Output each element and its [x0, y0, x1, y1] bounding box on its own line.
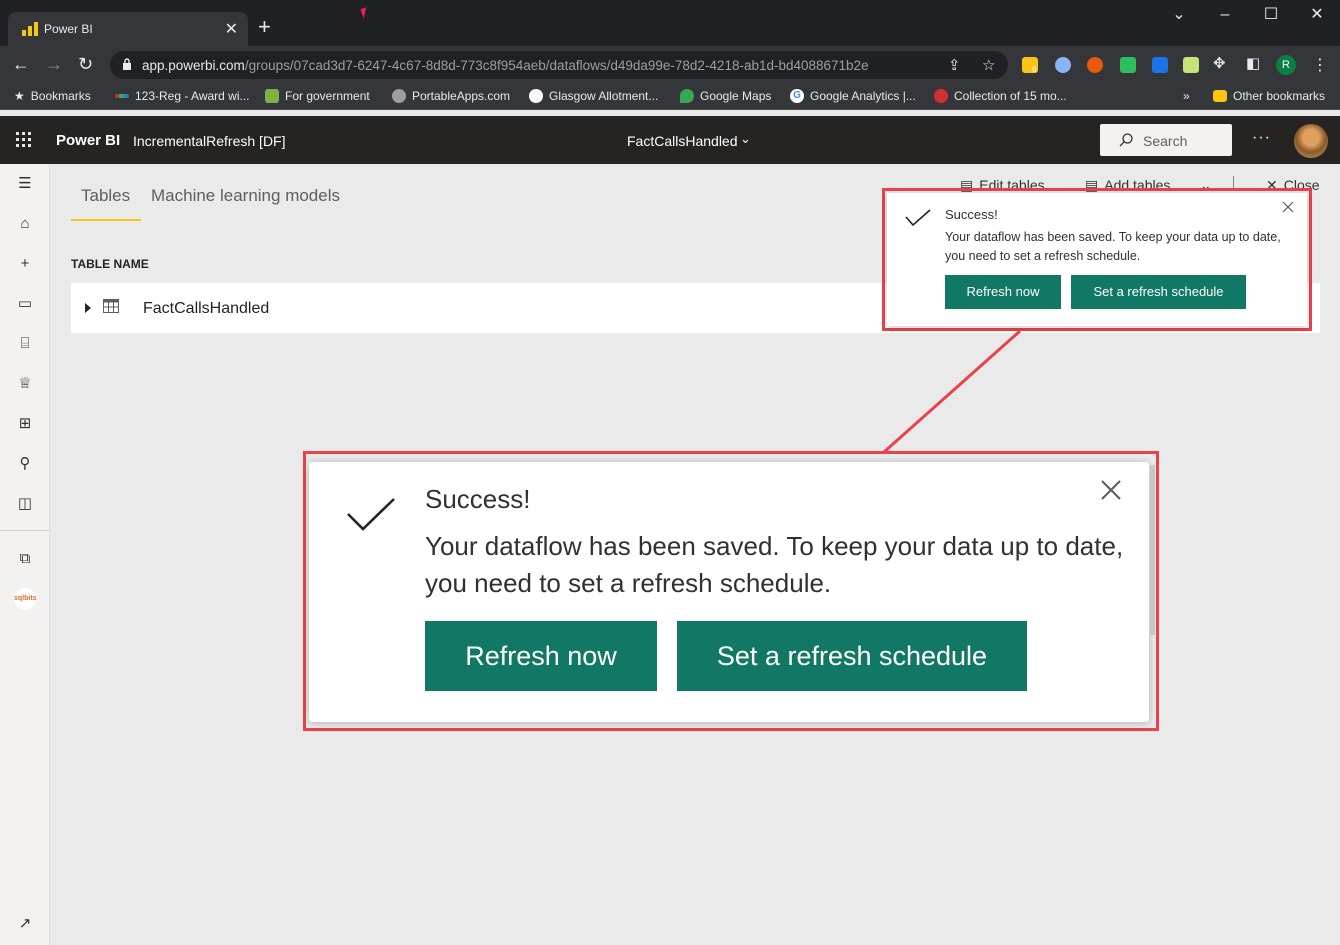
reload-icon[interactable]: ↻ [78, 54, 93, 74]
bookmark-star-icon[interactable]: ☆ [982, 56, 995, 74]
extension-d-icon[interactable] [1183, 57, 1199, 73]
home-icon[interactable]: ⌂ [15, 214, 35, 234]
active-tab-indicator [71, 219, 141, 221]
bookmark-favicon-icon [392, 89, 406, 103]
goals-trophy-icon[interactable]: ♕ [15, 374, 35, 394]
nav-divider [0, 530, 50, 531]
refresh-now-button[interactable]: Refresh now [945, 275, 1061, 309]
tab-close-icon[interactable]: ✕ [225, 19, 238, 39]
dataflow-title[interactable]: FactCallsHandled [627, 133, 738, 149]
learn-book-icon[interactable]: ◫ [15, 494, 35, 514]
bookmark-item[interactable]: Glasgow Allotment... [529, 89, 658, 103]
deployment-pipelines-icon[interactable]: ⚲ [15, 454, 35, 474]
bookmark-item[interactable]: PortableApps.com [392, 89, 510, 103]
extension-color-picker-icon[interactable] [1152, 57, 1168, 73]
toast-message: Your dataflow has been saved. To keep yo… [945, 230, 1281, 263]
success-toast-zoomed: Success! Your dataflow has been saved. T… [309, 462, 1149, 722]
table-name-column-header: TABLE NAME [71, 257, 149, 271]
lock-icon [123, 58, 131, 70]
close-icon[interactable] [1281, 200, 1295, 214]
extensions-puzzle-icon[interactable]: ✥ [1213, 54, 1226, 74]
app-name[interactable]: Power BI [56, 132, 120, 149]
success-toast: Success! Your dataflow has been saved. T… [887, 193, 1307, 326]
expand-arrow-icon[interactable]: ↗ [15, 914, 35, 934]
close-icon[interactable] [1099, 478, 1123, 502]
chevron-down-icon[interactable]: ⌄ [740, 131, 751, 147]
bookmarks-manager[interactable]: ★ Bookmarks [14, 89, 91, 103]
user-avatar[interactable] [1294, 124, 1328, 158]
search-input[interactable]: Search [1100, 124, 1232, 156]
bookmark-favicon-icon [115, 94, 129, 98]
new-tab-button[interactable]: + [258, 16, 271, 38]
workspace-name[interactable]: IncrementalRefresh [DF] [133, 133, 286, 149]
browser-tab-title: Power BI [44, 22, 93, 36]
set-refresh-schedule-button[interactable]: Set a refresh schedule [677, 621, 1027, 691]
tab-machine-learning-models[interactable]: Machine learning models [151, 186, 340, 206]
share-icon[interactable]: ⇪ [948, 56, 961, 74]
toast-title: Success! [425, 484, 531, 514]
google-maps-icon [680, 89, 694, 103]
bookmark-item[interactable]: G Google Analytics |... [790, 89, 916, 103]
address-bar[interactable]: app.powerbi.com/groups/07cad3d7-6247-4c6… [110, 51, 1008, 79]
folder-icon [1213, 90, 1227, 102]
cursor-icon [360, 7, 370, 19]
powerbi-header: Power BI IncrementalRefresh [DF] FactCal… [0, 116, 1340, 164]
extension-notes-icon[interactable]: 6 [1022, 57, 1038, 74]
extension-evernote-icon[interactable] [1120, 57, 1136, 73]
search-placeholder: Search [1143, 133, 1188, 149]
profile-avatar[interactable]: R [1276, 55, 1296, 75]
set-refresh-schedule-button[interactable]: Set a refresh schedule [1071, 275, 1246, 309]
table-icon [103, 299, 119, 313]
extension-grammarly-icon[interactable] [1055, 57, 1071, 73]
hamburger-menu-icon[interactable]: ☰ [15, 174, 35, 194]
other-bookmarks[interactable]: Other bookmarks [1213, 89, 1325, 103]
table-name[interactable]: FactCallsHandled [143, 300, 269, 318]
toast-message: Your dataflow has been saved. To keep yo… [425, 531, 1124, 598]
scrollbar[interactable] [1150, 465, 1155, 635]
bookmark-favicon-icon [529, 89, 543, 103]
create-icon[interactable]: + [15, 254, 35, 274]
sqlbits-workspace-icon[interactable]: sqlbits [14, 588, 37, 610]
refresh-now-button[interactable]: Refresh now [425, 621, 657, 691]
bookmark-item[interactable]: Collection of 15 mo... [934, 89, 1067, 103]
bookmarks-overflow-icon[interactable]: » [1183, 89, 1190, 103]
workspaces-icon[interactable]: ⧉ [15, 549, 35, 569]
browser-tab-strip: Power BI ✕ + ⌄ – ☐ ✕ [0, 0, 1340, 46]
checkmark-icon [905, 209, 931, 227]
window-close-icon[interactable]: ✕ [1294, 0, 1340, 30]
bookmark-item[interactable]: For government [265, 89, 370, 103]
apps-icon[interactable]: ⊞ [15, 414, 35, 434]
app-launcher-icon[interactable] [16, 132, 32, 148]
tab-tables[interactable]: Tables [81, 186, 130, 206]
checkmark-icon [347, 498, 395, 531]
more-options-icon[interactable]: ··· [1252, 129, 1271, 147]
browse-folder-icon[interactable]: ▭ [15, 294, 35, 314]
bookmark-item[interactable]: 123-Reg - Award wi... [115, 89, 250, 103]
toast-title: Success! [945, 207, 998, 222]
back-icon[interactable]: ← [12, 54, 30, 74]
google-icon: G [790, 89, 804, 103]
bookmark-item[interactable]: Google Maps [680, 89, 771, 103]
star-icon: ★ [14, 89, 25, 103]
side-panel-icon[interactable]: ◧ [1246, 54, 1260, 74]
minimize-icon[interactable]: – [1202, 0, 1248, 30]
browser-toolbar: ← → ↻ app.powerbi.com/groups/07cad3d7-62… [0, 46, 1340, 84]
browser-tab[interactable]: Power BI ✕ [8, 12, 248, 46]
search-icon [1119, 133, 1133, 147]
tab-search-icon[interactable]: ⌄ [1156, 0, 1202, 30]
data-hub-icon[interactable]: ⌸ [15, 334, 35, 354]
bookmarks-bar: ★ Bookmarks 123-Reg - Award wi... For gov… [0, 84, 1340, 110]
expand-caret-icon[interactable] [85, 303, 91, 313]
browser-menu-icon[interactable]: ⋮ [1312, 55, 1328, 75]
left-navigation: ☰ ⌂ + ▭ ⌸ ♕ ⊞ ⚲ ◫ ⧉ sqlbits ↗ [0, 164, 50, 945]
extension-duckduckgo-icon[interactable] [1087, 57, 1103, 73]
bookmark-favicon-icon [265, 89, 279, 103]
bookmark-favicon-icon [934, 89, 948, 103]
url-text: app.powerbi.com/groups/07cad3d7-6247-4c6… [142, 58, 869, 73]
forward-icon[interactable]: → [45, 54, 63, 74]
powerbi-favicon-icon [22, 22, 38, 36]
maximize-icon[interactable]: ☐ [1248, 0, 1294, 30]
